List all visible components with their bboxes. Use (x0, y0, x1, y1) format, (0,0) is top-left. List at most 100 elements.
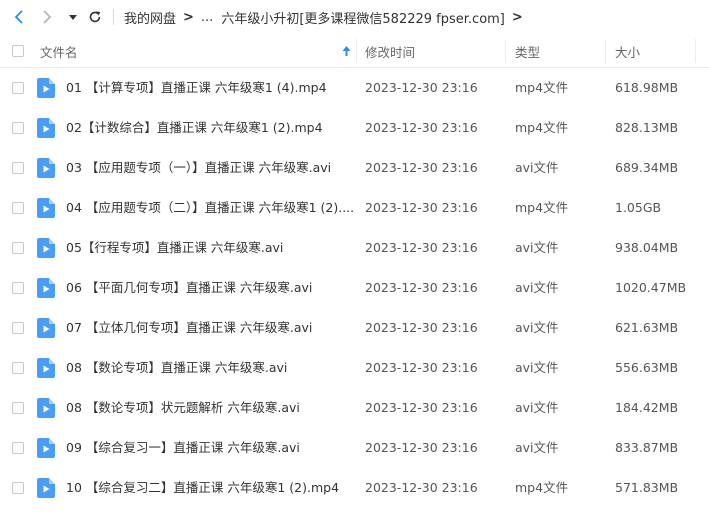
file-row[interactable]: 04 【应用题专项（二）】直播正课 六年级寒1 (2).... 2023-12-3… (0, 188, 709, 228)
file-type: avi文件 (515, 160, 559, 175)
file-modified-time: 2023-12-30 23:16 (365, 240, 478, 255)
file-row[interactable]: 05【行程专项】直播正课 六年级寒.avi 2023-12-30 23:16 avi… (0, 228, 709, 268)
breadcrumb-separator-icon[interactable]: > (512, 10, 523, 25)
breadcrumb-separator-icon: > (183, 9, 194, 25)
file-size: 833.87MB (615, 440, 679, 455)
file-modified-time: 2023-12-30 23:16 (365, 80, 478, 95)
file-name[interactable]: 08 【数论专项】状元题解析 六年级寒.avi (66, 388, 300, 428)
row-checkbox[interactable] (12, 82, 24, 94)
file-size: 938.04MB (615, 240, 679, 255)
file-name[interactable]: 08 【数论专项】直播正课 六年级寒.avi (66, 348, 287, 388)
file-name[interactable]: 06 【平面几何专项】直播正课 六年级寒.avi (66, 268, 312, 308)
column-header-size[interactable]: 大小 (615, 35, 640, 67)
column-header-modified[interactable]: 修改时间 (365, 35, 415, 67)
file-modified-time: 2023-12-30 23:16 (365, 120, 478, 135)
video-file-icon (37, 78, 55, 98)
file-row[interactable]: 09 【综合复习一】直播正课 六年级寒.avi 2023-12-30 23:16 a… (0, 428, 709, 468)
row-checkbox[interactable] (12, 322, 24, 334)
chevron-left-icon[interactable] (8, 6, 30, 28)
video-file-icon (37, 358, 55, 378)
file-row[interactable]: 07 【立体几何专项】直播正课 六年级寒.avi 2023-12-30 23:16… (0, 308, 709, 348)
file-modified-time: 2023-12-30 23:16 (365, 480, 478, 495)
file-row[interactable]: 03 【应用题专项（一）】直播正课 六年级寒.avi 2023-12-30 23:… (0, 148, 709, 188)
row-checkbox[interactable] (12, 282, 24, 294)
file-name[interactable]: 01 【计算专项】直播正课 六年级寒1 (4).mp4 (66, 68, 327, 108)
breadcrumb-root[interactable]: 我的网盘 (124, 8, 176, 27)
column-divider[interactable] (605, 39, 606, 63)
file-name[interactable]: 10 【综合复习二】直播正课 六年级寒1 (2).mp4 (66, 468, 339, 508)
row-checkbox[interactable] (12, 482, 24, 494)
file-type: avi文件 (515, 360, 559, 375)
video-file-icon (37, 278, 55, 298)
column-divider[interactable] (695, 39, 696, 63)
video-file-icon (37, 198, 55, 218)
file-name[interactable]: 09 【综合复习一】直播正课 六年级寒.avi (66, 428, 300, 468)
column-divider[interactable] (505, 39, 506, 63)
row-checkbox[interactable] (12, 122, 24, 134)
row-checkbox[interactable] (12, 442, 24, 454)
file-row[interactable]: 06 【平面几何专项】直播正课 六年级寒.avi 2023-12-30 23:16… (0, 268, 709, 308)
column-header-name[interactable]: 文件名 (40, 35, 78, 67)
file-size: 1.05GB (615, 200, 662, 215)
video-file-icon (37, 478, 55, 498)
file-size: 618.98MB (615, 80, 679, 95)
file-type: mp4文件 (515, 200, 569, 215)
nav-divider (113, 9, 114, 25)
file-modified-time: 2023-12-30 23:16 (365, 440, 478, 455)
video-file-icon (37, 238, 55, 258)
row-checkbox[interactable] (12, 402, 24, 414)
file-size: 571.83MB (615, 480, 679, 495)
row-checkbox[interactable] (12, 162, 24, 174)
file-type: avi文件 (515, 240, 559, 255)
row-checkbox[interactable] (12, 242, 24, 254)
breadcrumb-current[interactable]: 六年级小升初[更多课程微信582229 fpser.com] (221, 8, 505, 27)
video-file-icon (37, 158, 55, 178)
file-type: avi文件 (515, 280, 559, 295)
video-file-icon (37, 118, 55, 138)
row-checkbox[interactable] (12, 362, 24, 374)
breadcrumb-ellipsis[interactable]: ... (201, 10, 213, 25)
file-list: 01 【计算专项】直播正课 六年级寒1 (4).mp4 2023-12-30 23… (0, 68, 709, 508)
file-modified-time: 2023-12-30 23:16 (365, 360, 478, 375)
file-modified-time: 2023-12-30 23:16 (365, 400, 478, 415)
select-all-checkbox[interactable] (12, 35, 24, 67)
file-type: avi文件 (515, 440, 559, 455)
file-size: 828.13MB (615, 120, 679, 135)
caret-down-icon[interactable] (66, 6, 80, 28)
video-file-icon (37, 318, 55, 338)
file-type: mp4文件 (515, 80, 569, 95)
file-type: avi文件 (515, 400, 559, 415)
file-size: 184.42MB (615, 400, 679, 415)
file-name[interactable]: 07 【立体几何专项】直播正课 六年级寒.avi (66, 308, 312, 348)
file-size: 621.63MB (615, 320, 679, 335)
file-list-header: 文件名 修改时间 类型 大小 (0, 35, 709, 68)
file-type: avi文件 (515, 320, 559, 335)
breadcrumb: 我的网盘 > ... 六年级小升初[更多课程微信582229 fpser.com… (124, 0, 530, 34)
file-modified-time: 2023-12-30 23:16 (365, 160, 478, 175)
file-row[interactable]: 02【计数综合】直播正课 六年级寒1 (2).mp4 2023-12-30 23:… (0, 108, 709, 148)
video-file-icon (37, 398, 55, 418)
row-checkbox[interactable] (12, 202, 24, 214)
file-name[interactable]: 05【行程专项】直播正课 六年级寒.avi (66, 228, 283, 268)
file-row[interactable]: 01 【计算专项】直播正课 六年级寒1 (4).mp4 2023-12-30 23… (0, 68, 709, 108)
navigation-bar: 我的网盘 > ... 六年级小升初[更多课程微信582229 fpser.com… (0, 0, 709, 34)
file-size: 556.63MB (615, 360, 679, 375)
file-name[interactable]: 03 【应用题专项（一）】直播正课 六年级寒.avi (66, 148, 331, 188)
file-name[interactable]: 02【计数综合】直播正课 六年级寒1 (2).mp4 (66, 108, 323, 148)
file-row[interactable]: 10 【综合复习二】直播正课 六年级寒1 (2).mp4 2023-12-30 2… (0, 468, 709, 508)
column-header-type[interactable]: 类型 (515, 35, 540, 67)
refresh-icon[interactable] (84, 6, 106, 28)
video-file-icon (37, 438, 55, 458)
file-size: 689.34MB (615, 160, 679, 175)
file-modified-time: 2023-12-30 23:16 (365, 320, 478, 335)
sort-asc-icon[interactable] (342, 35, 351, 67)
column-divider[interactable] (356, 39, 357, 63)
chevron-right-icon[interactable] (36, 6, 58, 28)
file-row[interactable]: 08 【数论专项】直播正课 六年级寒.avi 2023-12-30 23:16 av… (0, 348, 709, 388)
file-size: 1020.47MB (615, 280, 687, 295)
file-type: mp4文件 (515, 480, 569, 495)
file-row[interactable]: 08 【数论专项】状元题解析 六年级寒.avi 2023-12-30 23:16 a… (0, 388, 709, 428)
file-name[interactable]: 04 【应用题专项（二）】直播正课 六年级寒1 (2).... (66, 188, 354, 228)
file-type: mp4文件 (515, 120, 569, 135)
file-modified-time: 2023-12-30 23:16 (365, 200, 478, 215)
